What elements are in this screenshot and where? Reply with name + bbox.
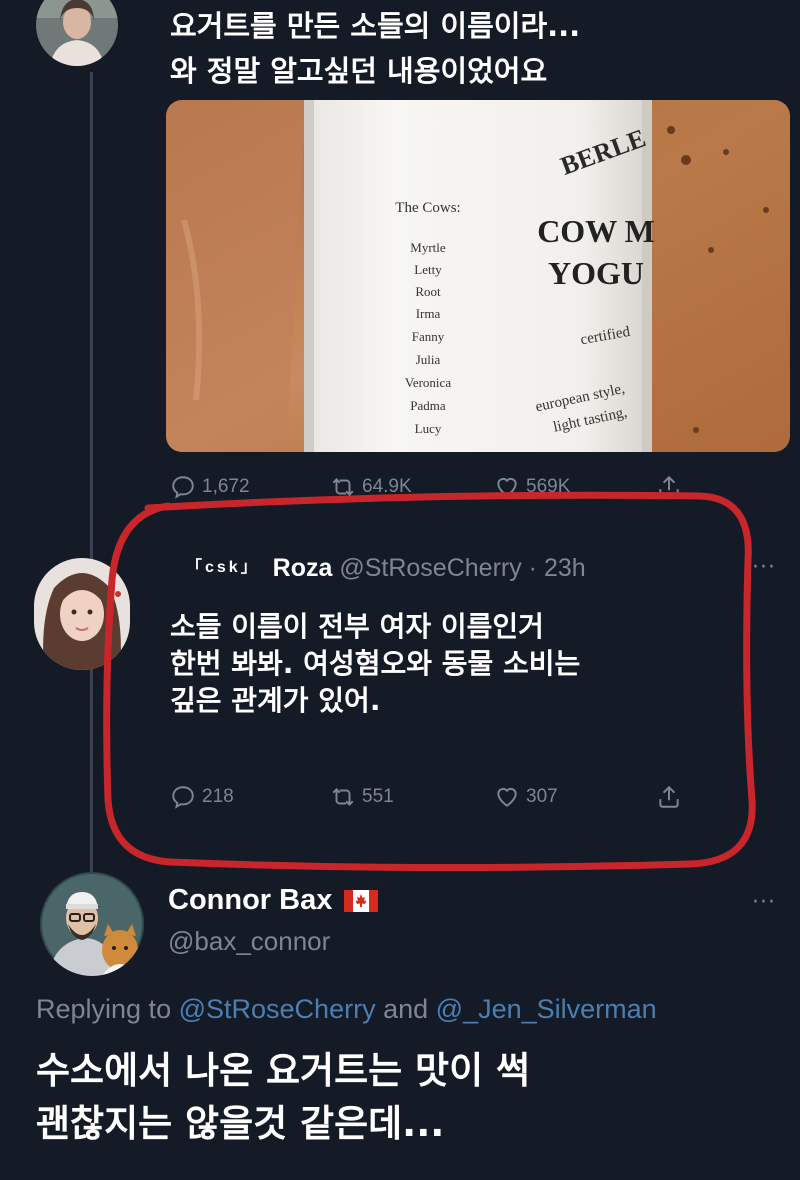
reply-count: 1,672 bbox=[202, 476, 250, 497]
share-icon bbox=[659, 785, 679, 808]
like-button[interactable]: 569K bbox=[494, 474, 570, 500]
cow-name: Julia bbox=[416, 352, 441, 367]
tweet-text: 요거트를 만든 소들의 이름이라... 와 정말 알고싶던 내용이었어요 bbox=[170, 4, 790, 94]
canada-flag-icon bbox=[344, 889, 379, 912]
cow-name: Myrtle bbox=[410, 240, 446, 255]
retweet-icon bbox=[332, 788, 354, 806]
replying-to-line: Replying to @StRoseCherry and @_Jen_Silv… bbox=[36, 994, 657, 1025]
tweet-text: 수소에서 나온 요거트는 맛이 썩 괜찮지는 않을것 같은데... bbox=[36, 1044, 776, 1150]
timestamp[interactable]: · 23h bbox=[529, 554, 586, 582]
reply-button[interactable]: 218 bbox=[170, 784, 234, 810]
retweet-button[interactable]: 64.9K bbox=[330, 474, 412, 500]
more-options-button[interactable]: ··· bbox=[752, 555, 776, 580]
retweet-count: 64.9K bbox=[362, 476, 412, 497]
like-count: 307 bbox=[526, 786, 558, 807]
retweet-icon bbox=[332, 478, 354, 496]
avatar-photo bbox=[36, 0, 118, 66]
display-name[interactable]: Roza bbox=[273, 554, 333, 582]
tweet-action-bar: 218 551 307 bbox=[0, 780, 800, 816]
share-button[interactable] bbox=[656, 474, 682, 500]
tweet-text-line: 한번 봐봐. 여성혐오와 동물 소비는 bbox=[170, 647, 581, 680]
label-heading: The Cows: bbox=[395, 200, 460, 216]
retweet-count: 551 bbox=[362, 786, 394, 807]
cow-name: Padma bbox=[410, 398, 446, 413]
avatar-photo bbox=[40, 872, 144, 976]
display-name[interactable]: Connor Bax bbox=[168, 884, 332, 917]
avatar[interactable] bbox=[36, 0, 118, 66]
cow-name: Lucy bbox=[415, 421, 442, 436]
avatar-photo bbox=[34, 558, 130, 670]
mention-link[interactable]: @_Jen_Silverman bbox=[436, 994, 657, 1024]
tweet-text-line: 깊은 관계가 있어. bbox=[170, 684, 381, 717]
tweet-text-line: 소들 이름이 전부 여자 이름인거 bbox=[170, 610, 544, 643]
heart-icon bbox=[497, 477, 517, 497]
cow-name: Letty bbox=[414, 262, 442, 277]
avatar[interactable] bbox=[40, 872, 144, 976]
tweet-text-line: 와 정말 알고싶던 내용이었어요 bbox=[170, 54, 548, 88]
share-icon bbox=[659, 475, 679, 498]
yogurt-bottle-photo: The Cows: Myrtle Letty Root Irma Fanny J… bbox=[166, 100, 790, 452]
reply-count: 218 bbox=[202, 786, 234, 807]
user-badge: 「csk」 bbox=[186, 559, 260, 576]
cow-name: Fanny bbox=[412, 329, 445, 344]
more-options-button[interactable]: ··· bbox=[752, 890, 776, 915]
tweet-text-line: 요거트를 만든 소들의 이름이라... bbox=[170, 9, 581, 43]
product-name: YOGU bbox=[548, 255, 644, 291]
reply-icon bbox=[172, 786, 194, 809]
cow-name: Veronica bbox=[405, 375, 451, 390]
tweet-text-line: 수소에서 나온 요거트는 맛이 썩 bbox=[36, 1049, 531, 1092]
reply-button[interactable]: 1,672 bbox=[170, 474, 250, 500]
heart-icon bbox=[497, 787, 517, 807]
cow-name: Irma bbox=[416, 306, 441, 321]
tweet-text: 소들 이름이 전부 여자 이름인거 한번 봐봐. 여성혐오와 동물 소비는 깊은… bbox=[170, 608, 770, 719]
mention-link[interactable]: @StRoseCherry bbox=[179, 994, 376, 1024]
tweet-image[interactable]: The Cows: Myrtle Letty Root Irma Fanny J… bbox=[166, 100, 790, 452]
share-button[interactable] bbox=[656, 784, 682, 810]
tweet-author: Connor Bax bbox=[168, 884, 379, 917]
replying-label: Replying to bbox=[36, 994, 172, 1024]
reply-icon bbox=[172, 476, 194, 499]
tweet-header: 「csk」 Roza @StRoseCherry · 23h bbox=[186, 553, 586, 583]
avatar[interactable] bbox=[34, 558, 130, 670]
user-handle[interactable]: @StRoseCherry bbox=[339, 554, 521, 582]
replying-and: and bbox=[383, 994, 429, 1024]
product-name: COW M bbox=[537, 213, 655, 249]
like-button[interactable]: 307 bbox=[494, 784, 558, 810]
cow-name: Root bbox=[415, 284, 441, 299]
tweet-text-line: 괜찮지는 않을것 같은데... bbox=[36, 1102, 445, 1145]
user-handle[interactable]: @bax_connor bbox=[168, 926, 330, 957]
tweet-action-bar: 1,672 64.9K 569K bbox=[0, 470, 800, 506]
retweet-button[interactable]: 551 bbox=[330, 784, 394, 810]
like-count: 569K bbox=[526, 476, 571, 497]
